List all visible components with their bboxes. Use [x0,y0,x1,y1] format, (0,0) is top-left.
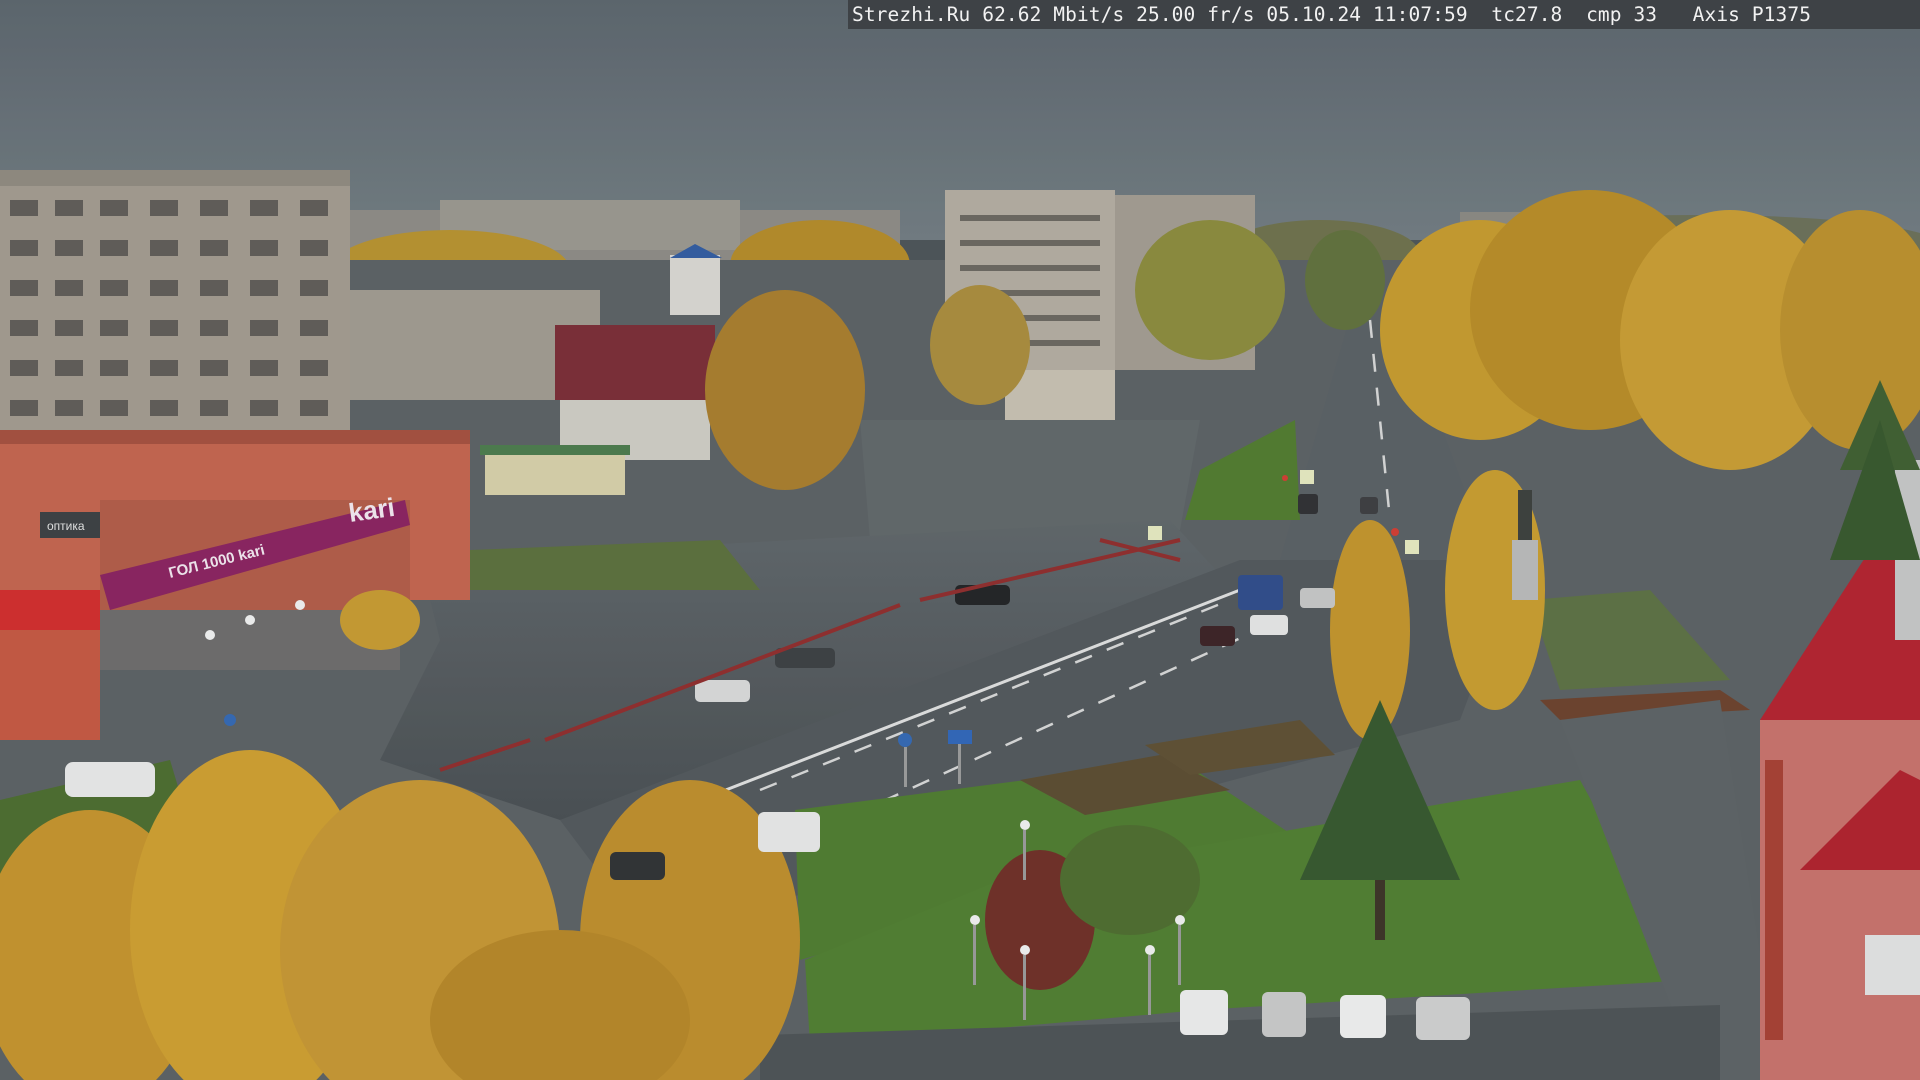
camera-info-overlay: Strezhi.Ru 62.62 Mbit/s 25.00 fr/s 05.10… [848,0,1920,29]
street-scene: kari ГОЛ 1000 kari оптика [0,0,1920,1080]
webcam-view: kari ГОЛ 1000 kari оптика Strezhi.Ru 62.… [0,0,1920,1080]
